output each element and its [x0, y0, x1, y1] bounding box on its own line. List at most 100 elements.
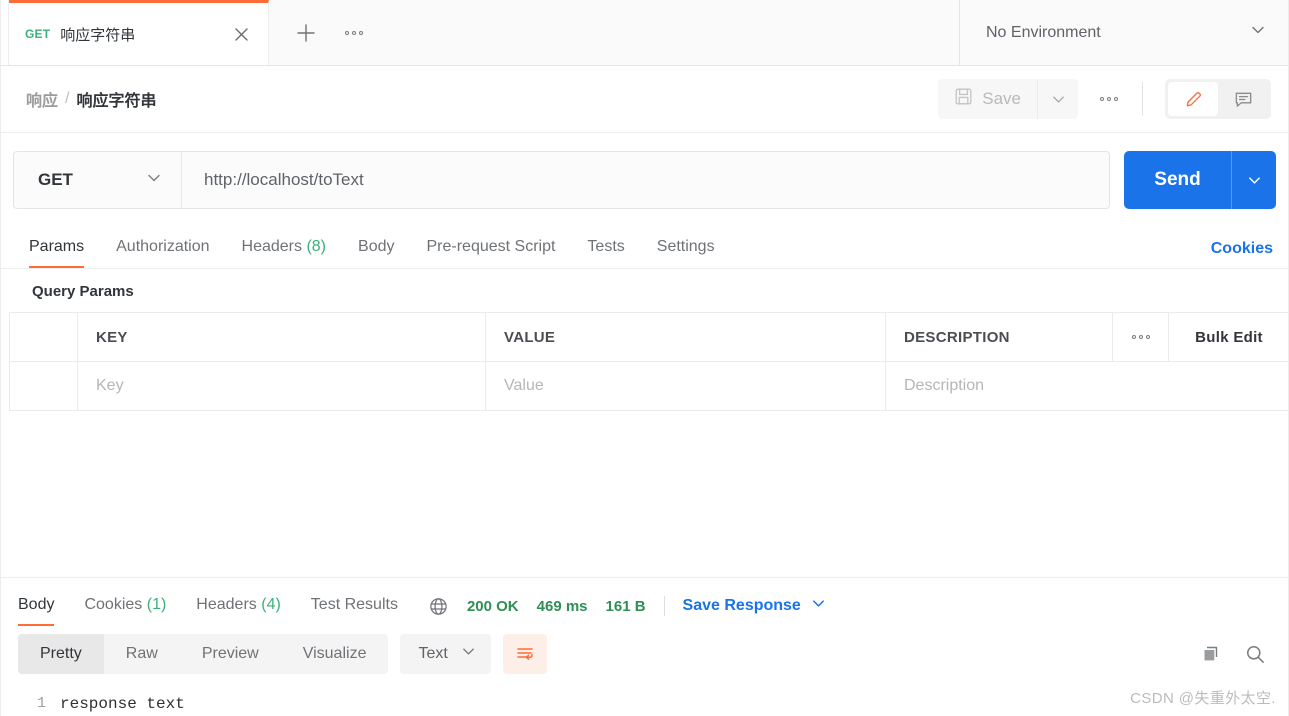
tab-tests-label: Tests: [587, 238, 625, 255]
response-tab-cookies-label: Cookies: [84, 596, 143, 613]
response-tab-test-results[interactable]: Test Results: [311, 596, 398, 626]
tab-settings[interactable]: Settings: [657, 238, 715, 268]
status-divider: [663, 596, 665, 616]
breadcrumb-separator: /: [65, 90, 70, 107]
response-format-label: Text: [418, 645, 448, 662]
more-dots: [1100, 97, 1118, 101]
copy-icon[interactable]: [1200, 643, 1222, 665]
tab-body-label: Body: [358, 238, 395, 255]
save-button[interactable]: Save: [938, 79, 1037, 119]
request-tab-active[interactable]: GET 响应字符串: [9, 0, 269, 65]
response-tab-headers-label: Headers: [196, 596, 257, 613]
response-pane: Body Cookies (1) Headers (4) Test Result…: [0, 577, 1289, 716]
http-method-label: GET: [38, 170, 73, 189]
environment-selector[interactable]: No Environment: [959, 0, 1289, 65]
tab-params-label: Params: [29, 238, 85, 255]
view-mode-pretty[interactable]: Pretty: [18, 634, 104, 674]
save-button-group: Save: [938, 79, 1078, 119]
response-time: 469 ms: [536, 597, 588, 615]
tab-authorization[interactable]: Authorization: [116, 238, 209, 268]
status-code: 200 OK: [466, 597, 519, 615]
response-tab-cookies[interactable]: Cookies (1): [84, 596, 166, 626]
row-key-cell[interactable]: Key: [78, 362, 486, 410]
tab-authorization-label: Authorization: [116, 238, 210, 255]
bulk-edit-label: Bulk Edit: [1195, 328, 1263, 346]
table-header-row: KEY VALUE DESCRIPTION Bulk Edit: [10, 313, 1289, 362]
response-viewer-toolbar: Pretty Raw Preview Visualize Text: [0, 626, 1289, 682]
tab-bar-left-gutter: [0, 0, 9, 65]
postman-window: GET 响应字符串 No Environment 响应 / 响应字符串 Save…: [0, 0, 1289, 716]
row-checkbox-cell[interactable]: [10, 362, 78, 410]
breadcrumb-parent[interactable]: 响应: [26, 87, 58, 111]
view-mode-segmented-control: Pretty Raw Preview Visualize: [18, 634, 389, 674]
save-response-button[interactable]: Save Response: [683, 595, 827, 617]
header-checkbox-cell: [10, 313, 78, 361]
response-tab-headers[interactable]: Headers (4): [196, 596, 281, 626]
tab-params[interactable]: Params: [29, 238, 85, 268]
description-placeholder: Description: [904, 377, 985, 394]
more-dots: [345, 30, 363, 35]
viewer-action-icons: [1200, 643, 1273, 666]
tab-bar-spacer: [385, 0, 959, 65]
header-value: VALUE: [486, 313, 886, 361]
tab-body[interactable]: Body: [358, 238, 394, 268]
save-response-label: Save Response: [682, 597, 801, 614]
request-header-bar: 响应 / 响应字符串 Save: [0, 66, 1289, 133]
plus-icon[interactable]: [295, 22, 317, 44]
request-more-icon[interactable]: [1100, 97, 1118, 101]
response-format-select[interactable]: Text: [400, 634, 491, 674]
tab-headers-count: (8): [306, 238, 327, 255]
chevron-down-icon: [1249, 21, 1267, 44]
chevron-down-icon: [145, 169, 163, 192]
bulk-edit-button[interactable]: Bulk Edit: [1169, 313, 1289, 361]
breadcrumb-current: 响应字符串: [76, 93, 157, 110]
tab-headers-label: Headers: [241, 238, 302, 255]
row-description-cell[interactable]: Description: [886, 362, 1289, 410]
request-section-tabs: Params Authorization Headers (8) Body Pr…: [0, 223, 1289, 269]
view-mode-raw[interactable]: Raw: [104, 634, 180, 674]
tab-tests[interactable]: Tests: [587, 238, 624, 268]
breadcrumb: 响应 / 响应字符串: [26, 87, 156, 111]
response-size: 161 B: [605, 597, 646, 615]
word-wrap-icon[interactable]: [502, 634, 547, 674]
header-divider: [1142, 82, 1143, 116]
key-placeholder: Key: [96, 377, 124, 394]
value-placeholder: Value: [504, 377, 544, 394]
request-pane-filler: [0, 411, 1289, 577]
tab-headers[interactable]: Headers (8): [242, 238, 327, 268]
response-tabs: Body Cookies (1) Headers (4) Test Result…: [0, 578, 1289, 626]
header-key: KEY: [78, 313, 486, 361]
save-dropdown-button[interactable]: [1037, 79, 1078, 119]
send-button-group: Send: [1124, 151, 1276, 209]
send-button[interactable]: Send: [1124, 151, 1231, 209]
tab-pre-request-script[interactable]: Pre-request Script: [426, 238, 555, 268]
view-mode-visualize[interactable]: Visualize: [281, 634, 389, 674]
response-status-bar: 200 OK 469 ms 161 B Save Response: [428, 595, 827, 626]
query-params-title: Query Params: [32, 283, 134, 300]
url-input[interactable]: [182, 152, 1109, 208]
view-mode-preview[interactable]: Preview: [180, 634, 281, 674]
tab-settings-label: Settings: [656, 238, 715, 255]
comment-icon[interactable]: [1218, 82, 1268, 116]
search-icon[interactable]: [1244, 643, 1267, 666]
request-tab-title: 响应字符串: [60, 26, 136, 44]
close-icon[interactable]: [228, 21, 254, 47]
pencil-icon[interactable]: [1168, 82, 1218, 116]
chevron-down-icon: [810, 595, 827, 617]
url-bar: GET Send: [0, 133, 1289, 223]
chevron-down-icon: [460, 643, 477, 665]
response-body-text: response text: [60, 695, 185, 713]
cookies-link[interactable]: Cookies: [1211, 240, 1273, 268]
globe-icon[interactable]: [428, 596, 449, 617]
tab-bar-actions: [269, 0, 385, 65]
http-method-select[interactable]: GET: [14, 152, 182, 208]
response-body-viewer[interactable]: 1 response text: [0, 682, 1289, 716]
response-tab-body[interactable]: Body: [18, 596, 55, 626]
environment-label: No Environment: [986, 23, 1101, 41]
table-more-icon[interactable]: [1113, 313, 1169, 361]
row-value-cell[interactable]: Value: [486, 362, 886, 410]
send-dropdown-button[interactable]: [1231, 151, 1276, 209]
more-horizontal-icon[interactable]: [345, 30, 363, 35]
header-toggle-group: [1165, 79, 1271, 119]
table-row: Key Value Description: [10, 362, 1289, 411]
